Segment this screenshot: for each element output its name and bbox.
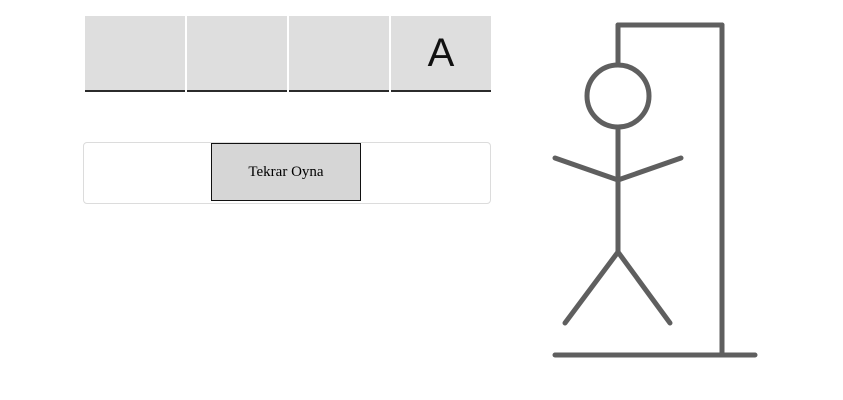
hangman-right-leg — [615, 249, 673, 326]
letter-slot — [85, 16, 185, 92]
letter-slot: A — [391, 16, 491, 92]
hangman-game: A Tekrar Oyna — [0, 0, 843, 400]
hangman-drawing — [552, 22, 758, 358]
replay-panel: Tekrar Oyna — [83, 142, 491, 204]
hangman-head — [584, 62, 652, 130]
hangman-left-arm — [552, 155, 621, 183]
letter-slot — [289, 16, 389, 92]
hangman-left-leg — [562, 249, 621, 326]
word-slots: A — [85, 16, 491, 92]
hangman-right-arm — [615, 155, 684, 183]
letter-slot — [187, 16, 287, 92]
replay-button[interactable]: Tekrar Oyna — [211, 143, 361, 201]
